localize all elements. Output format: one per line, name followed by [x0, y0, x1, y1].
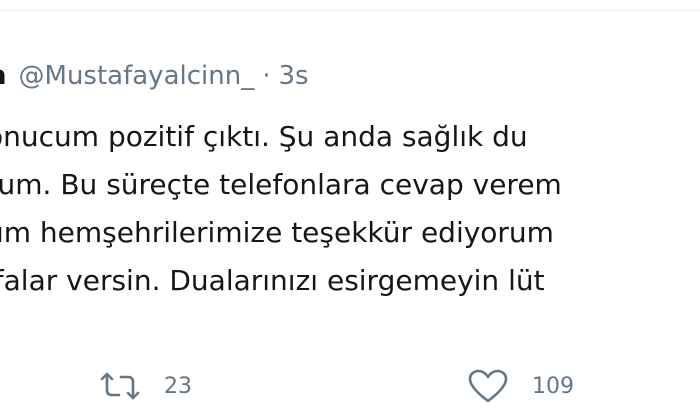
tweet-timestamp[interactable]: 3s	[278, 61, 308, 91]
tweet-text-line: üm hemşehrilerimize teşekkür ediyorum	[0, 216, 554, 249]
like-button[interactable]: 109	[466, 364, 574, 408]
tweet-text: onucum pozitif çıktı. Şu anda sağlık du …	[0, 113, 700, 305]
retweet-count: 23	[164, 373, 192, 399]
tweet-text-line: onucum pozitif çıktı. Şu anda sağlık du	[0, 120, 528, 153]
tweet-actions: 23 109	[0, 364, 700, 408]
tweet-text-line: ifalar versin. Dualarınızı esirgemeyin l…	[0, 264, 545, 297]
author-handle[interactable]: @Mustafayalcinn_	[19, 61, 255, 91]
tweet-text-line: rum. Bu süreçte telefonlara cevap verem	[0, 168, 562, 201]
tweet-header: n @Mustafayalcinn_·3s	[0, 56, 309, 96]
header-separator: ·	[262, 61, 271, 91]
top-divider	[0, 10, 700, 11]
heart-icon[interactable]	[466, 368, 510, 404]
retweet-button[interactable]: 23	[98, 364, 192, 408]
retweet-icon[interactable]	[98, 370, 142, 402]
like-count: 109	[532, 373, 574, 399]
author-display-name[interactable]: n	[0, 61, 7, 91]
